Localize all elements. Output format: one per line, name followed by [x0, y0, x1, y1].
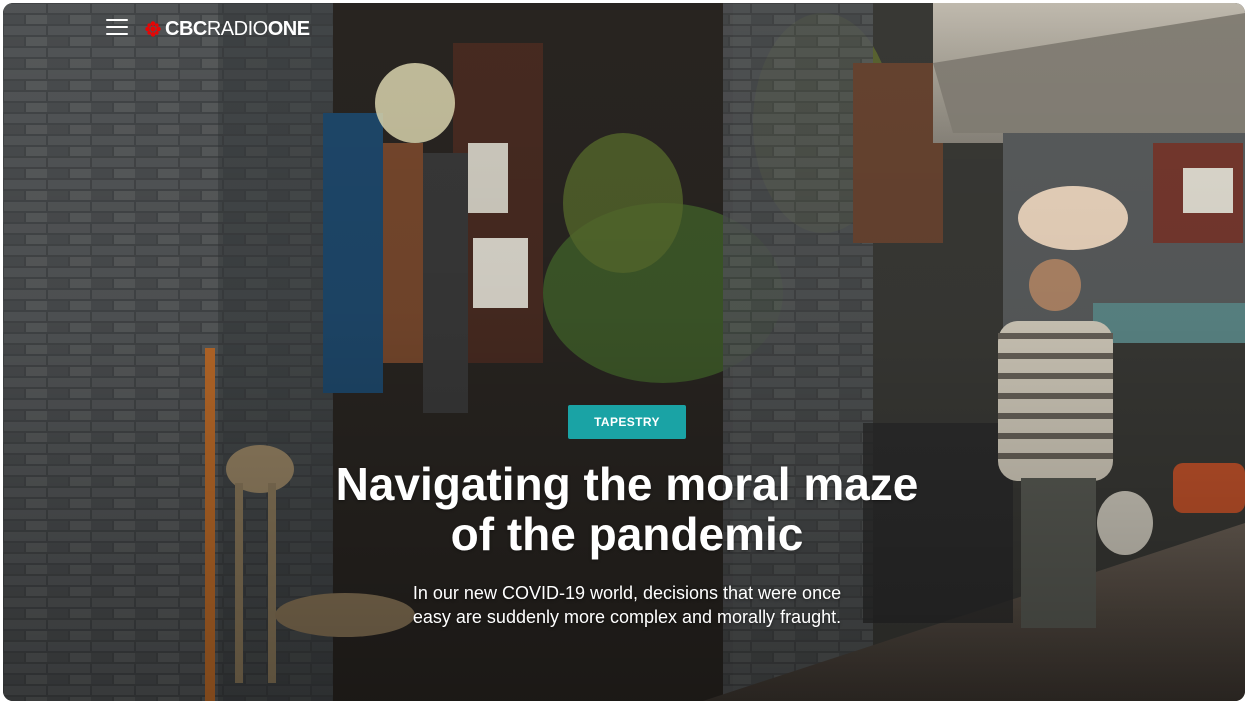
article-headline[interactable]: Navigating the moral maze of the pandemi…	[317, 459, 937, 559]
hero-content: TAPESTRY Navigating the moral maze of th…	[3, 405, 1245, 629]
hamburger-menu-icon[interactable]	[106, 17, 128, 37]
cbc-gem-icon	[145, 21, 161, 37]
menu-line	[106, 33, 128, 35]
logo-text-cbc: CBC	[165, 17, 207, 40]
top-navigation-bar: CBC RADIO ONE	[3, 3, 1245, 55]
logo-text-one: ONE	[267, 17, 310, 40]
cbc-radio-one-logo[interactable]: CBC RADIO ONE	[145, 16, 310, 42]
logo-wordmark: CBC RADIO ONE	[165, 18, 310, 41]
article-summary: In our new COVID-19 world, decisions tha…	[412, 583, 842, 627]
hero-section: CBC RADIO ONE TAPESTRY Navigating the mo…	[3, 3, 1245, 701]
category-badge[interactable]: TAPESTRY	[568, 405, 686, 439]
menu-line	[106, 26, 128, 28]
logo-text-radio: RADIO	[206, 17, 268, 40]
menu-line	[106, 19, 128, 21]
